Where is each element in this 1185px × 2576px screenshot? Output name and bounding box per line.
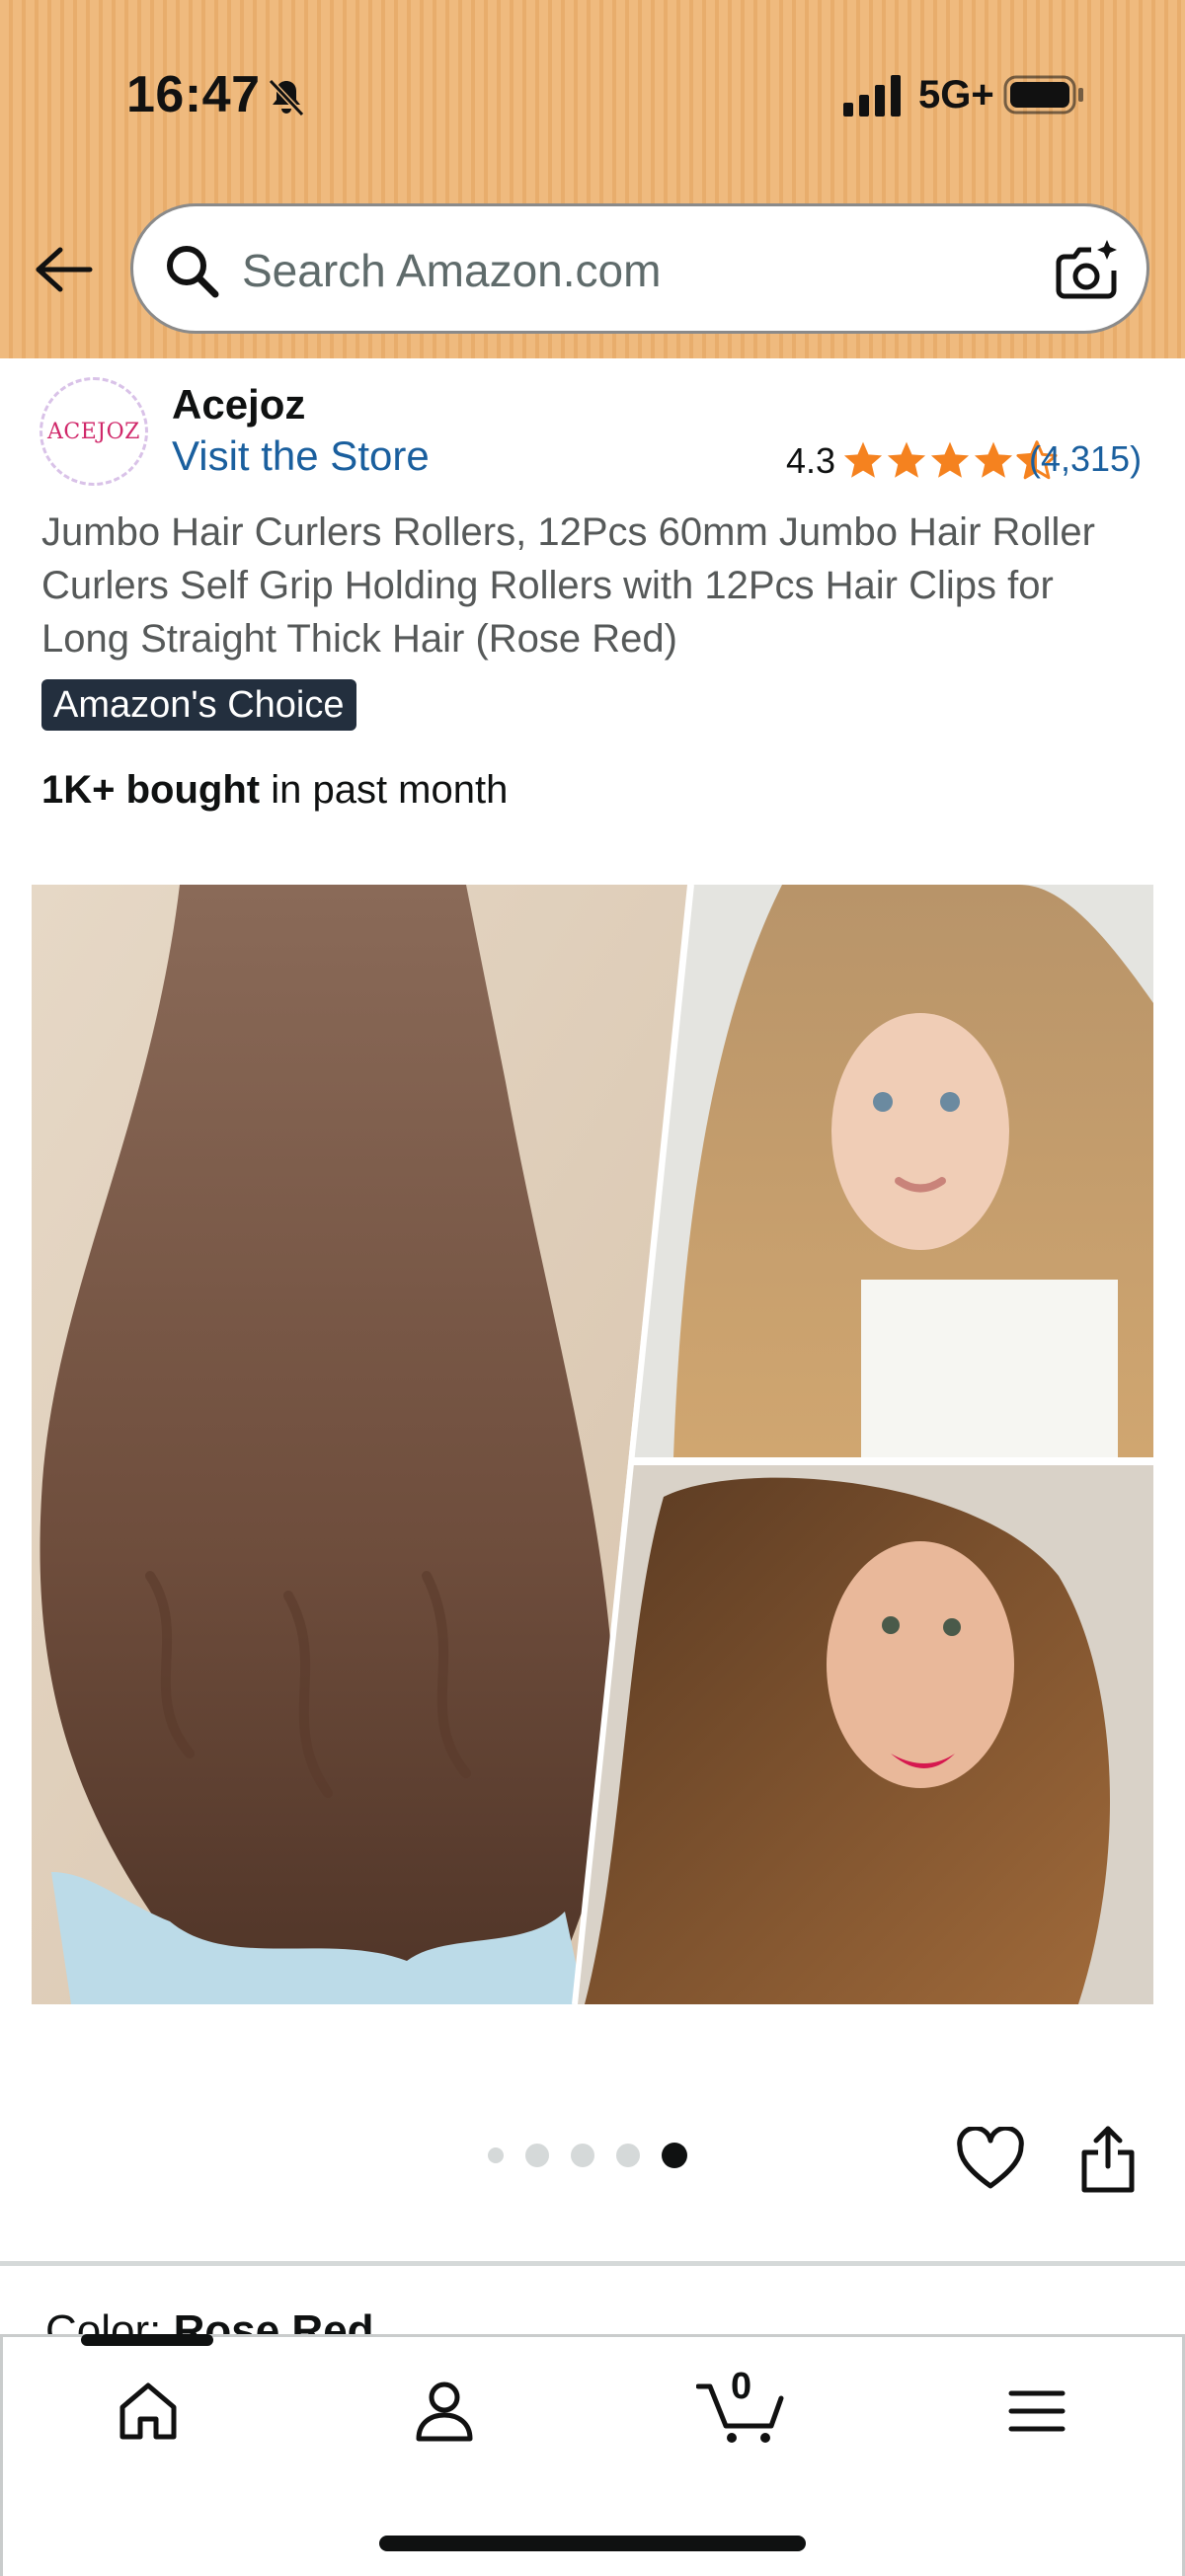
star-full-icon [930, 441, 970, 478]
rating-stars[interactable] [841, 438, 1059, 482]
back-arrow-icon [36, 247, 93, 292]
bought-period: in past month [260, 768, 509, 812]
nav-account-button[interactable] [405, 2372, 484, 2451]
carousel-dot[interactable] [571, 2144, 594, 2167]
heart-icon[interactable] [956, 2127, 1025, 2192]
nav-menu-button[interactable] [997, 2372, 1076, 2451]
review-count-link[interactable]: (4,315) [1029, 438, 1142, 480]
image-carousel-dots[interactable] [488, 2143, 687, 2168]
bought-count: 1K+ bought [41, 768, 261, 812]
home-icon [119, 2382, 177, 2440]
active-tab-indicator [81, 2334, 213, 2346]
section-divider [0, 2261, 1185, 2266]
star-full-icon [887, 441, 926, 478]
camera-search-icon[interactable] [1052, 236, 1121, 305]
product-image[interactable] [32, 885, 1153, 2004]
app-header: 16:47 5G+ [0, 0, 1185, 358]
account-icon [416, 2381, 473, 2442]
product-title: Jumbo Hair Curlers Rollers, 12Pcs 60mm J… [41, 510, 1095, 661]
nav-home-button[interactable] [109, 2372, 188, 2451]
star-full-icon [843, 441, 883, 478]
cart-count: 0 [731, 2366, 752, 2407]
signal-bars-icon [843, 75, 901, 117]
carousel-dot-active[interactable] [662, 2143, 687, 2168]
carousel-dot[interactable] [488, 2147, 504, 2163]
back-button[interactable] [30, 235, 99, 304]
search-bar[interactable] [130, 203, 1149, 334]
brand-logo[interactable]: ACEJOZ [40, 377, 148, 486]
search-icon [167, 246, 219, 298]
bought-in-past-month: 1K+ bought in past month [41, 768, 508, 813]
battery-icon [1003, 75, 1083, 115]
brand-name: Acejoz [172, 381, 306, 428]
search-input[interactable] [242, 236, 1032, 305]
menu-icon [1008, 2390, 1066, 2432]
bell-slash-icon [268, 78, 305, 117]
visit-store-link[interactable]: Visit the Store [172, 432, 430, 480]
star-full-icon [974, 441, 1013, 478]
rating-value: 4.3 [786, 440, 836, 481]
carousel-dot[interactable] [525, 2144, 549, 2167]
status-time: 16:47 [126, 66, 261, 123]
home-indicator[interactable] [379, 2536, 806, 2551]
carousel-dot[interactable] [616, 2144, 640, 2167]
network-label: 5G+ [918, 73, 994, 117]
share-icon[interactable] [1078, 2125, 1138, 2194]
amazons-choice-badge: Amazon's Choice [41, 679, 356, 731]
brand-logo-text: ACEJOZ [47, 419, 140, 444]
